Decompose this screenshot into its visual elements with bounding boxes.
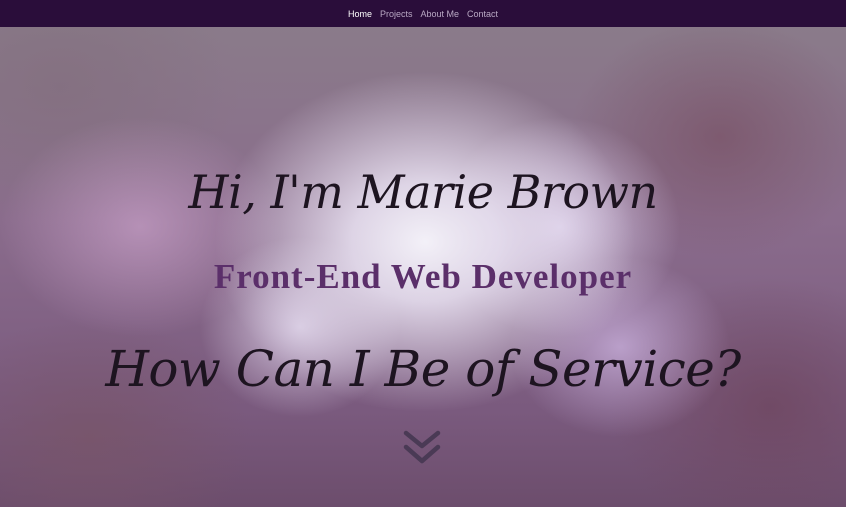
top-navbar: Home Projects About Me Contact <box>0 0 846 27</box>
nav-link-projects[interactable]: Projects <box>380 7 413 21</box>
hero-content: Hi, I'm Marie Brown Front-End Web Develo… <box>0 27 846 507</box>
double-chevron-down-icon[interactable] <box>402 430 442 466</box>
hero-section: Hi, I'm Marie Brown Front-End Web Develo… <box>0 27 846 507</box>
page: Home Projects About Me Contact Hi, I'm M… <box>0 0 846 507</box>
hero-subtitle: Front-End Web Developer <box>213 257 633 296</box>
nav-link-contact[interactable]: Contact <box>467 7 498 21</box>
hero-greeting: Hi, I'm Marie Brown <box>188 165 658 219</box>
nav-link-about-me[interactable]: About Me <box>420 7 459 21</box>
hero-tagline: How Can I Be of Service? <box>105 340 741 398</box>
nav-link-home[interactable]: Home <box>348 7 372 21</box>
